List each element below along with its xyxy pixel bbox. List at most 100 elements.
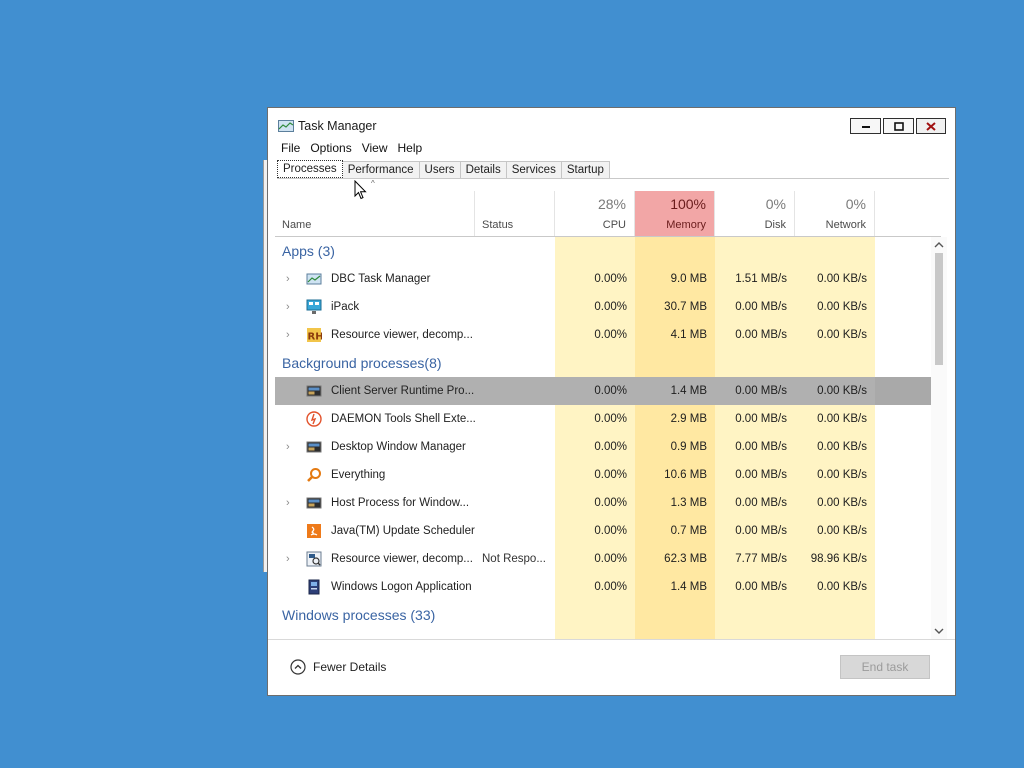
tab-details[interactable]: Details <box>459 161 507 178</box>
column-label-status: Status <box>482 219 514 231</box>
menu-bar: File Options View Help <box>278 139 429 157</box>
resource-hacker-icon: RH <box>307 328 322 343</box>
column-header-disk[interactable]: 0% Disk <box>715 191 795 236</box>
process-row[interactable]: Client Server Runtime Pro... 0.00% 1.4 MB 0… <box>275 377 941 405</box>
network-cell: 0.00 KB/s <box>795 321 875 349</box>
column-header-name[interactable]: Name <box>275 191 475 236</box>
fewer-details-button[interactable]: Fewer Details <box>290 659 386 675</box>
process-row[interactable]: › RH Resource viewer, decomp... 0.00% 4.1 MB… <box>275 321 941 349</box>
memory-cell: 1.3 MB <box>635 489 715 517</box>
ipack-icon <box>306 299 322 314</box>
expand-chevron-icon[interactable]: › <box>286 489 296 517</box>
memory-cell: 9.0 MB <box>635 265 715 293</box>
menu-help[interactable]: Help <box>395 139 430 157</box>
disk-cell <box>715 601 795 629</box>
process-name: iPack <box>331 301 360 313</box>
status-cell <box>475 265 555 293</box>
cpu-cell: 0.00% <box>555 461 635 489</box>
process-row[interactable]: › Desktop Window Manager 0.00% 0.9 MB 0.00 M… <box>275 433 941 461</box>
column-label-cpu: CPU <box>602 219 626 231</box>
column-header-status[interactable]: Status <box>475 191 555 236</box>
memory-cell: 62.3 MB <box>635 545 715 573</box>
disk-cell: 0.00 MB/s <box>735 385 787 397</box>
process-row-partial <box>275 629 941 639</box>
cpu-cell: 0.00% <box>555 489 635 517</box>
close-button[interactable] <box>916 118 946 134</box>
name-cell: Client Server Runtime Pro... <box>275 377 475 405</box>
fewer-details-label: Fewer Details <box>313 660 387 674</box>
network-cell <box>795 629 875 639</box>
process-name: Resource viewer, decomp... <box>331 553 473 565</box>
group-header[interactable]: Apps (3) <box>275 237 941 265</box>
disk-cell: 0.00 MB/s <box>715 405 795 433</box>
scroll-up-icon[interactable] <box>931 237 947 253</box>
name-cell: › Desktop Window Manager <box>275 433 475 461</box>
memory-cell <box>635 349 715 377</box>
memory-cell: 0.7 MB <box>635 517 715 545</box>
system-process-icon <box>306 441 322 453</box>
tab-startup[interactable]: Startup <box>560 161 610 178</box>
status-cell <box>475 433 555 461</box>
minimize-button[interactable] <box>850 118 881 134</box>
process-name: Client Server Runtime Pro... <box>331 385 475 397</box>
expand-chevron-icon[interactable]: › <box>286 321 296 349</box>
cpu-cell: 0.00% <box>555 573 635 601</box>
process-list[interactable]: Apps (3) › DBC Task Manager 0.00% 9.0 MB 1.51… <box>275 237 941 639</box>
tab-users[interactable]: Users <box>418 161 461 178</box>
column-header-network[interactable]: 0% Network <box>795 191 875 236</box>
disk-cell: 0.00 MB/s <box>715 433 795 461</box>
process-row[interactable]: Java(TM) Update Scheduler 0.00% 0.7 MB 0.00… <box>275 517 941 545</box>
name-cell: › DBC Task Manager <box>275 265 475 293</box>
expand-chevron-icon[interactable]: › <box>286 265 296 293</box>
cpu-cell <box>555 601 635 629</box>
process-row[interactable]: › DBC Task Manager 0.00% 9.0 MB 1.51 MB/s 0.0… <box>275 265 941 293</box>
status-cell <box>475 293 555 321</box>
process-row[interactable]: › iPack 0.00% 30.7 MB 0.00 MB/s 0.00 KB/s <box>275 293 941 321</box>
group-header[interactable]: Windows processes (33) <box>275 601 941 629</box>
memory-cell: 2.9 MB <box>635 405 715 433</box>
column-header-memory[interactable]: 100% Memory <box>635 191 715 236</box>
tab-performance[interactable]: Performance <box>341 161 420 178</box>
network-percent: 0% <box>845 196 866 212</box>
network-cell: 98.96 KB/s <box>795 545 875 573</box>
status-cell <box>475 461 555 489</box>
column-header-cpu[interactable]: 28% CPU <box>555 191 635 236</box>
expand-chevron-icon[interactable]: › <box>286 433 296 461</box>
column-label-network: Network <box>825 219 866 231</box>
cpu-cell: 0.00% <box>555 321 635 349</box>
process-row[interactable]: Everything 0.00% 10.6 MB 0.00 MB/s 0.00 KB/s <box>275 461 941 489</box>
menu-view[interactable]: View <box>359 139 395 157</box>
expand-chevron-icon[interactable]: › <box>286 293 296 321</box>
name-cell: Java(TM) Update Scheduler <box>275 517 475 545</box>
tab-services[interactable]: Services <box>505 161 562 178</box>
network-cell: 0.00 KB/s <box>795 461 875 489</box>
system-process-icon <box>306 497 322 509</box>
process-row[interactable]: › Host Process for Window... 0.00% 1.3 MB 0.… <box>275 489 941 517</box>
sort-caret-icon: ^ <box>371 179 375 188</box>
maximize-button[interactable] <box>883 118 914 134</box>
group-title: Background processes(8) <box>282 355 442 371</box>
disk-cell: 0.00 MB/s <box>715 573 795 601</box>
process-row[interactable]: › Resource viewer, decomp... Not Respo... 0… <box>275 545 941 573</box>
network-cell: 0.00 KB/s <box>795 293 875 321</box>
expand-chevron-icon[interactable]: › <box>286 545 296 573</box>
title-bar[interactable]: Task Manager <box>268 108 955 142</box>
group-header[interactable]: Background processes(8) <box>275 349 941 377</box>
process-row[interactable]: Windows Logon Application 0.00% 1.4 MB 0.00… <box>275 573 941 601</box>
menu-file[interactable]: File <box>278 139 307 157</box>
end-task-button[interactable]: End task <box>840 655 930 679</box>
menu-options[interactable]: Options <box>307 139 358 157</box>
process-row[interactable]: DAEMON Tools Shell Exte... 0.00% 2.9 MB 0.0… <box>275 405 941 433</box>
window-title: Task Manager <box>298 119 377 133</box>
network-cell: 0.00 KB/s <box>817 385 867 397</box>
close-icon <box>926 121 936 131</box>
cpu-cell <box>555 237 635 265</box>
tab-processes[interactable]: Processes <box>277 160 343 178</box>
scrollbar-thumb[interactable] <box>935 253 943 365</box>
vertical-scrollbar[interactable] <box>931 237 947 639</box>
memory-cell: 10.6 MB <box>635 461 715 489</box>
scroll-down-icon[interactable] <box>931 623 947 639</box>
name-cell: › RH Resource viewer, decomp... <box>275 321 475 349</box>
column-label-memory: Memory <box>666 219 706 231</box>
system-process-icon <box>306 385 322 397</box>
